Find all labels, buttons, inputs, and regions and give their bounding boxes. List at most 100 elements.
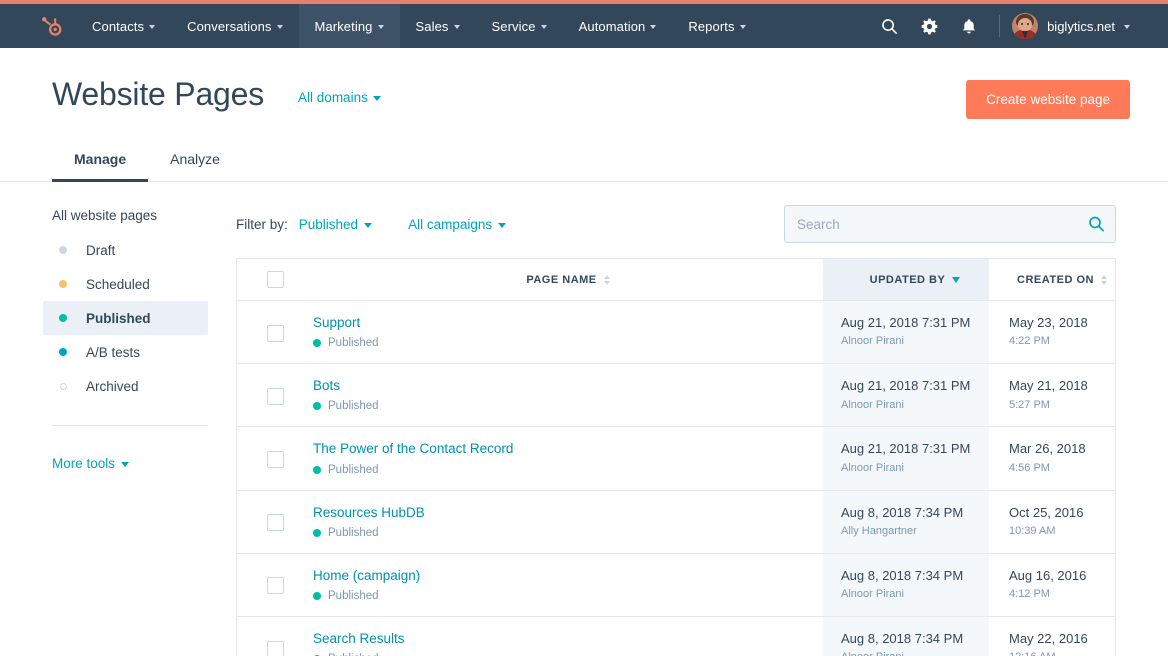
sidebar-item-archived[interactable]: Archived	[43, 369, 208, 403]
nav-item-label: Sales	[416, 19, 449, 34]
nav-search-button[interactable]	[869, 4, 909, 48]
row-checkbox[interactable]	[267, 514, 284, 531]
nav-divider	[999, 15, 1000, 37]
header-updated-by[interactable]: UPDATED BY	[823, 259, 989, 300]
chevron-down-icon	[740, 25, 746, 29]
sidebar-item-label: Draft	[86, 243, 115, 258]
created-date: May 23, 2018	[1009, 315, 1115, 331]
sidebar-item-draft[interactable]: Draft	[43, 233, 208, 267]
filter-bar: Filter by: Published All campaigns	[236, 204, 1116, 244]
campaign-filter-dropdown[interactable]: All campaigns	[408, 217, 506, 232]
table-row[interactable]: The Power of the Contact Record Publishe…	[237, 427, 1115, 490]
row-checkbox[interactable]	[267, 388, 284, 405]
chevron-down-icon	[498, 223, 506, 228]
chevron-down-icon	[364, 223, 372, 228]
sidebar-item-label: Scheduled	[86, 277, 150, 292]
header-page-name[interactable]: PAGE NAME	[313, 274, 823, 286]
status-dot-published	[313, 402, 321, 410]
chevron-down-icon	[454, 25, 460, 29]
nav-item-service[interactable]: Service	[476, 4, 563, 48]
cell-page-name: Home (campaign) Published	[313, 554, 823, 616]
page-name-link[interactable]: Bots	[313, 378, 813, 394]
column-label: UPDATED BY	[870, 274, 946, 286]
search-icon	[1088, 216, 1105, 233]
row-checkbox[interactable]	[267, 325, 284, 342]
table-row[interactable]: Bots Published Aug 21, 2018 7:31 PM Alno…	[237, 364, 1115, 427]
row-checkbox[interactable]	[267, 451, 284, 468]
status-dot-published	[52, 314, 74, 322]
status-badge: Published	[313, 337, 813, 349]
table-row[interactable]: Home (campaign) Published Aug 8, 2018 7:…	[237, 554, 1115, 617]
status-dot-published	[313, 592, 321, 600]
status-dot-draft	[52, 246, 74, 254]
create-website-page-button[interactable]: Create website page	[966, 80, 1130, 119]
table-row[interactable]: Support Published Aug 21, 2018 7:31 PM A…	[237, 301, 1115, 364]
sidebar-item-published[interactable]: Published	[43, 301, 208, 335]
sidebar-item-scheduled[interactable]: Scheduled	[43, 267, 208, 301]
header-created-on[interactable]: CREATED ON	[989, 274, 1115, 286]
select-all-checkbox[interactable]	[267, 271, 284, 288]
cell-created-on: May 21, 2018 5:27 PM	[989, 364, 1115, 426]
cell-page-name: Bots Published	[313, 364, 823, 426]
updated-date: Aug 8, 2018 7:34 PM	[841, 505, 989, 521]
nav-notifications-button[interactable]	[949, 4, 989, 48]
row-checkbox[interactable]	[267, 577, 284, 594]
page-name-link[interactable]: Search Results	[313, 631, 813, 647]
account-menu[interactable]: biglytics.net	[1012, 13, 1130, 39]
tabs-bar: Manage Analyze	[0, 145, 1168, 182]
nav-item-sales[interactable]: Sales	[400, 4, 476, 48]
hubspot-sprocket-icon	[38, 14, 62, 38]
sort-toggle-created-on[interactable]	[1101, 275, 1107, 285]
page-name-link[interactable]: The Power of the Contact Record	[313, 441, 813, 457]
tab-manage[interactable]: Manage	[52, 145, 148, 182]
created-time: 12:16 AM	[1009, 651, 1115, 656]
page-name-link[interactable]: Resources HubDB	[313, 505, 813, 521]
domain-filter-dropdown[interactable]: All domains	[298, 90, 381, 105]
row-checkbox[interactable]	[267, 641, 284, 656]
sidebar-item-label: Archived	[86, 379, 139, 394]
search-input[interactable]	[784, 205, 1116, 243]
table-row[interactable]: Search Results Published Aug 8, 2018 7:3…	[237, 617, 1115, 656]
sort-toggle-page-name[interactable]	[604, 275, 610, 285]
global-navigation-bar: Contacts Conversations Marketing Sales S…	[0, 4, 1168, 48]
status-filter-dropdown[interactable]: Published	[299, 217, 372, 232]
sidebar-item-ab-tests[interactable]: A/B tests	[43, 335, 208, 369]
status-dot-published	[313, 466, 321, 474]
sidebar-divider	[52, 425, 208, 426]
nav-item-contacts[interactable]: Contacts	[76, 4, 171, 48]
more-tools-dropdown[interactable]: More tools	[52, 456, 208, 471]
created-date: May 22, 2016	[1009, 631, 1115, 647]
cell-updated-by: Aug 8, 2018 7:34 PM Alnoor Pirani	[823, 554, 989, 616]
updated-date: Aug 21, 2018 7:31 PM	[841, 315, 989, 331]
chevron-down-icon	[650, 25, 656, 29]
sort-toggle-updated-by[interactable]	[952, 277, 960, 283]
cell-updated-by: Aug 21, 2018 7:31 PM Alnoor Pirani	[823, 364, 989, 426]
column-label: CREATED ON	[1017, 274, 1094, 286]
pages-table: PAGE NAME UPDATED BY CREATED ON Support	[236, 258, 1116, 656]
status-label: Published	[328, 337, 379, 349]
cell-created-on: May 22, 2016 12:16 AM	[989, 617, 1115, 656]
page-name-link[interactable]: Support	[313, 315, 813, 331]
hubspot-logo[interactable]	[0, 4, 76, 48]
table-row[interactable]: Resources HubDB Published Aug 8, 2018 7:…	[237, 491, 1115, 554]
chevron-down-icon	[149, 25, 155, 29]
nav-item-marketing[interactable]: Marketing	[299, 4, 400, 48]
nav-item-automation[interactable]: Automation	[563, 4, 673, 48]
cell-page-name: Support Published	[313, 301, 823, 363]
status-dot-archived	[52, 383, 74, 390]
nav-item-conversations[interactable]: Conversations	[171, 4, 298, 48]
status-label: Published	[328, 464, 379, 476]
nav-item-reports[interactable]: Reports	[672, 4, 761, 48]
created-time: 4:22 PM	[1009, 335, 1115, 349]
updated-by-user: Ally Hangartner	[841, 525, 989, 539]
nav-item-label: Marketing	[315, 19, 373, 34]
tab-analyze[interactable]: Analyze	[148, 145, 242, 182]
page-header: Website Pages All domains Create website…	[0, 48, 1168, 119]
page-name-link[interactable]: Home (campaign)	[313, 568, 813, 584]
sidebar-item-label: A/B tests	[86, 345, 140, 360]
nav-settings-button[interactable]	[909, 4, 949, 48]
search-submit-button[interactable]	[1088, 216, 1105, 233]
sidebar-item-label: Published	[86, 311, 151, 326]
row-select-cell	[237, 427, 313, 489]
cell-created-on: Aug 16, 2016 4:12 PM	[989, 554, 1115, 616]
